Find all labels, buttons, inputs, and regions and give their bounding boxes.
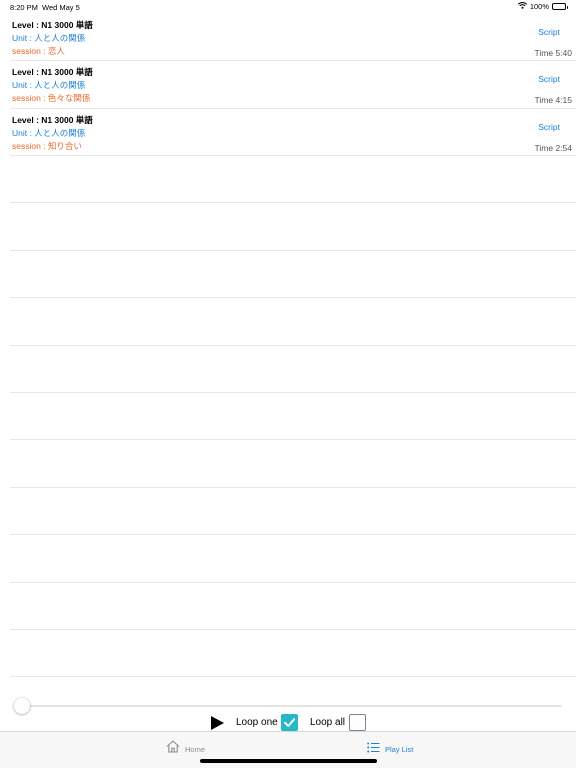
status-indicators: 100% — [517, 2, 568, 11]
empty-row — [10, 203, 576, 251]
wifi-icon — [517, 2, 527, 11]
slider-thumb[interactable] — [14, 698, 30, 714]
slider-track[interactable] — [22, 705, 562, 707]
script-button[interactable]: Script — [538, 122, 560, 132]
tab-home-label: Home — [185, 744, 206, 754]
tab-playlist-label: Play List — [385, 744, 414, 754]
row-unit: Unit : 人と人の関係 — [12, 127, 86, 138]
empty-row — [10, 488, 576, 536]
empty-row — [10, 535, 576, 583]
row-unit: Unit : 人と人の関係 — [12, 80, 86, 91]
tab-playlist[interactable]: Play List — [367, 740, 413, 758]
empty-row — [10, 630, 576, 678]
script-button[interactable]: Script — [538, 27, 560, 37]
row-level: Level : N1 3000 単語 — [12, 20, 93, 30]
battery-percent: 100% — [529, 2, 549, 11]
status-bar: 8:20 PM Wed May 5 100% — [0, 0, 576, 14]
playlist-row[interactable]: Level : N1 3000 単語 Unit : 人と人の関係 session… — [10, 14, 576, 62]
script-button[interactable]: Script — [538, 74, 560, 84]
play-icon[interactable] — [211, 716, 224, 730]
empty-row — [10, 393, 576, 441]
row-unit: Unit : 人と人の関係 — [12, 33, 86, 43]
list-icon — [367, 740, 380, 758]
empty-row — [10, 346, 576, 393]
row-time: Time 5:40 — [534, 48, 572, 58]
loop-one-checkbox[interactable] — [281, 714, 298, 731]
row-level: Level : N1 3000 単語 — [12, 114, 93, 125]
loop-all-checkbox[interactable] — [349, 714, 366, 731]
row-session: session : 知り合い — [12, 140, 82, 151]
playlist: Level : N1 3000 単語 Unit : 人と人の関係 session… — [0, 14, 576, 157]
status-time: 8:20 PM — [10, 3, 38, 12]
empty-row — [10, 156, 576, 204]
row-level: Level : N1 3000 単語 — [12, 67, 93, 78]
playlist-row[interactable]: Level : N1 3000 単語 Unit : 人と人の関係 session… — [10, 109, 576, 157]
check-icon — [284, 718, 296, 727]
row-time: Time 4:15 — [534, 95, 572, 106]
status-date: Wed May 5 — [42, 3, 80, 12]
empty-row — [10, 298, 576, 346]
player-controls: Loop one Loop all — [0, 713, 576, 733]
row-session: session : 色々な関係 — [12, 93, 91, 104]
row-session: session : 恋人 — [12, 46, 65, 56]
loop-all-label: Loop all — [310, 717, 346, 728]
battery-icon — [552, 3, 568, 10]
home-indicator — [200, 759, 377, 763]
home-icon — [166, 740, 180, 758]
empty-row — [10, 583, 576, 630]
empty-rows — [10, 156, 576, 678]
loop-one-label: Loop one — [236, 717, 278, 728]
tab-home[interactable]: Home — [166, 740, 205, 758]
playlist-row[interactable]: Level : N1 3000 単語 Unit : 人と人の関係 session… — [10, 61, 576, 109]
empty-row — [10, 440, 576, 488]
progress-slider[interactable] — [14, 698, 562, 714]
empty-row — [10, 251, 576, 299]
row-time: Time 2:54 — [534, 142, 572, 153]
